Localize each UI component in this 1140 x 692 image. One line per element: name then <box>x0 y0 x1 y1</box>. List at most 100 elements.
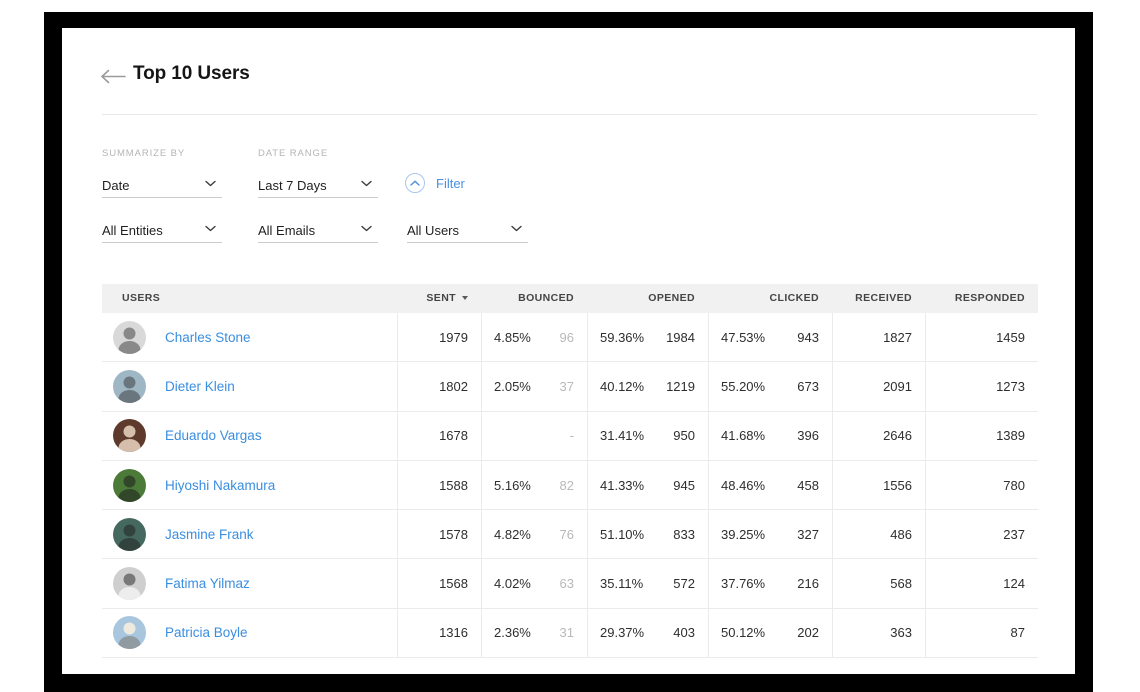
received-cell: 1556 <box>832 461 925 509</box>
column-header-received[interactable]: RECEIVED <box>832 284 925 313</box>
user-name-link[interactable]: Dieter Klein <box>165 379 235 394</box>
column-header-opened[interactable]: OPENED <box>587 284 708 313</box>
users-value: All Users <box>407 223 459 238</box>
users-dropdown[interactable]: All Users <box>407 218 528 243</box>
bounced-pct: 2.36% <box>494 625 531 640</box>
clicked-cell: 41.68%396 <box>708 412 832 460</box>
user-cell: Jasmine Frank <box>102 510 397 558</box>
received-cell: 2646 <box>832 412 925 460</box>
sent-cell: 1979 <box>397 313 481 361</box>
user-cell: Hiyoshi Nakamura <box>102 461 397 509</box>
clicked-pct: 39.25% <box>721 527 765 542</box>
clicked-count: 943 <box>797 330 819 345</box>
opened-pct: 31.41% <box>600 428 644 443</box>
back-arrow-icon[interactable] <box>100 69 126 84</box>
opened-pct: 35.11% <box>600 576 643 591</box>
responded-cell: 780 <box>925 461 1038 509</box>
opened-count: 950 <box>673 428 695 443</box>
users-table: USERS SENT BOUNCED OPENED CLICKED RECEIV… <box>102 284 1038 658</box>
responded-cell: 124 <box>925 559 1038 607</box>
avatar <box>113 469 146 502</box>
clicked-cell: 47.53%943 <box>708 313 832 361</box>
user-name-link[interactable]: Jasmine Frank <box>165 527 254 542</box>
table-header-row: USERS SENT BOUNCED OPENED CLICKED RECEIV… <box>102 284 1038 313</box>
opened-count: 1984 <box>666 330 695 345</box>
user-name-link[interactable]: Fatima Yilmaz <box>165 576 250 591</box>
clicked-cell: 48.46% 458 <box>708 461 832 509</box>
emails-dropdown[interactable]: All Emails <box>258 218 378 243</box>
bounced-cell: 2.05%37 <box>481 362 587 410</box>
opened-pct: 40.12% <box>600 379 644 394</box>
clicked-pct: 50.12% <box>721 625 765 640</box>
bounced-cell: 4.85% 96 <box>481 313 587 361</box>
date-range-value: Last 7 Days <box>258 178 327 193</box>
opened-cell: 35.11% 572 <box>587 559 708 607</box>
opened-count: 945 <box>673 478 695 493</box>
filter-toggle[interactable]: Filter <box>405 172 465 194</box>
received-cell: 486 <box>832 510 925 558</box>
bounced-pct: 4.82% <box>494 527 531 542</box>
opened-pct: 51.10% <box>600 527 644 542</box>
sent-cell: 1588 <box>397 461 481 509</box>
bounced-count: 37 <box>560 379 574 394</box>
clicked-cell: 39.25% 327 <box>708 510 832 558</box>
bounced-pct: 4.02% <box>494 576 531 591</box>
column-header-sent[interactable]: SENT <box>397 284 481 313</box>
date-range-label: DATE RANGE <box>258 148 328 159</box>
emails-value: All Emails <box>258 223 315 238</box>
user-name-link[interactable]: Eduardo Vargas <box>165 428 262 443</box>
table-row: Hiyoshi Nakamura 1588 5.16%82 41.33%945 … <box>102 461 1038 510</box>
page-title: Top 10 Users <box>133 63 250 85</box>
clicked-count: 458 <box>797 478 819 493</box>
received-cell: 2091 <box>832 362 925 410</box>
clicked-count: 202 <box>797 625 819 640</box>
avatar <box>113 518 146 551</box>
received-cell: 1827 <box>832 313 925 361</box>
column-header-responded[interactable]: RESPONDED <box>925 284 1038 313</box>
column-header-clicked[interactable]: CLICKED <box>708 284 832 313</box>
summarize-by-value: Date <box>102 178 129 193</box>
bounced-count: 82 <box>560 478 574 493</box>
chevron-down-icon <box>361 220 372 235</box>
opened-pct: 41.33% <box>600 478 644 493</box>
column-header-users[interactable]: USERS <box>102 284 397 313</box>
opened-count: 1219 <box>666 379 695 394</box>
avatar <box>113 419 146 452</box>
opened-cell: 31.41% 950 <box>587 412 708 460</box>
bounced-count: 96 <box>560 330 574 345</box>
table-row: Fatima Yilmaz 1568 4.02%63 35.11%572 37.… <box>102 559 1038 608</box>
divider <box>102 114 1037 115</box>
opened-count: 403 <box>673 625 695 640</box>
opened-count: 833 <box>673 527 695 542</box>
user-name-link[interactable]: Charles Stone <box>165 330 251 345</box>
bounced-count: - <box>570 428 574 443</box>
column-header-sent-label: SENT <box>426 292 456 304</box>
user-name-link[interactable]: Patricia Boyle <box>165 625 248 640</box>
chevron-down-icon <box>205 175 216 190</box>
column-header-bounced[interactable]: BOUNCED <box>481 284 587 313</box>
user-name-link[interactable]: Hiyoshi Nakamura <box>165 478 275 493</box>
avatar <box>113 321 146 354</box>
opened-count: 572 <box>673 576 695 591</box>
entities-dropdown[interactable]: All Entities <box>102 218 222 243</box>
date-range-dropdown[interactable]: Last 7 Days <box>258 173 378 198</box>
clicked-pct: 48.46% <box>721 478 765 493</box>
bounced-cell: - <box>481 412 587 460</box>
responded-cell: 1273 <box>925 362 1038 410</box>
user-cell: Dieter Klein <box>102 362 397 410</box>
opened-cell: 59.36%1984 <box>587 313 708 361</box>
bounced-count: 31 <box>560 625 574 640</box>
clicked-count: 396 <box>797 428 819 443</box>
received-cell: 568 <box>832 559 925 607</box>
user-cell: Eduardo Vargas <box>102 412 397 460</box>
chevron-down-icon <box>511 220 522 235</box>
filter-toggle-label: Filter <box>436 176 465 191</box>
bounced-pct: 4.85% <box>494 330 531 345</box>
summarize-by-dropdown[interactable]: Date <box>102 173 222 198</box>
clicked-count: 327 <box>797 527 819 542</box>
table-row: Eduardo Vargas 1678 - 31.41%950 41.68%39… <box>102 412 1038 461</box>
bounced-cell: 4.82%76 <box>481 510 587 558</box>
avatar <box>113 616 146 649</box>
chevron-up-circle-icon <box>405 173 425 193</box>
chevron-down-icon <box>361 175 372 190</box>
